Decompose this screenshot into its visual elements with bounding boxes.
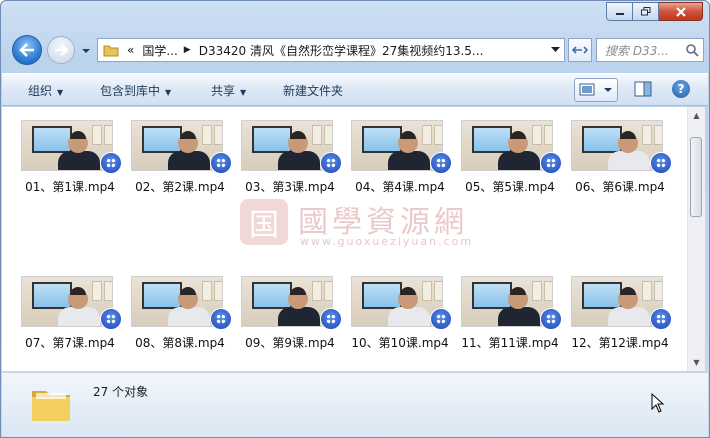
media-player-icon: [540, 308, 562, 330]
media-player-icon: [430, 152, 452, 174]
file-item[interactable]: 01、第1课.mp4: [18, 117, 122, 203]
share-button[interactable]: 共享 ▼: [211, 82, 246, 99]
file-item[interactable]: 10、第10课.mp4: [348, 273, 452, 359]
details-pane: 27 个对象: [2, 372, 708, 437]
breadcrumb-current[interactable]: D33420 清风《自然形峦学课程》27集视频约13.5...: [199, 42, 484, 59]
media-player-icon: [430, 308, 452, 330]
file-name: 08、第8课.mp4: [135, 336, 225, 350]
file-list-view: 01、第1课.mp4 02、第2课.mp4 03、第3课.mp4 04、第4课.mp4…: [2, 107, 687, 371]
arrow-left-icon: [19, 43, 34, 57]
navigation-bar: « 国学... ▶ D33420 清风《自然形峦学课程》27集视频约13.5..…: [1, 29, 709, 71]
media-player-icon: [100, 308, 122, 330]
watermark: 国 國學資源網 www.guoxueziyuan.com: [240, 195, 500, 255]
address-dropdown-icon[interactable]: [551, 46, 560, 53]
new-folder-label: 新建文件夹: [283, 84, 344, 98]
maximize-button[interactable]: [633, 2, 659, 21]
back-button[interactable]: [12, 35, 42, 65]
media-player-icon: [210, 308, 232, 330]
file-name: 06、第6课.mp4: [575, 180, 665, 194]
file-item[interactable]: 12、第12课.mp4: [568, 273, 672, 359]
file-item[interactable]: 04、第4课.mp4: [348, 117, 452, 203]
media-player-icon: [100, 152, 122, 174]
chevron-down-icon: ▼: [57, 88, 64, 97]
help-icon[interactable]: ?: [672, 80, 690, 98]
explorer-window: « 国学... ▶ D33420 清风《自然形峦学课程》27集视频约13.5..…: [0, 0, 710, 438]
file-item[interactable]: 03、第3课.mp4: [238, 117, 342, 203]
media-player-icon: [650, 308, 672, 330]
media-player-icon: [320, 308, 342, 330]
folder-icon: [32, 391, 70, 421]
media-player-icon: [540, 152, 562, 174]
file-item[interactable]: 06、第6课.mp4: [568, 117, 672, 203]
chevron-down-icon[interactable]: [601, 85, 615, 95]
media-player-icon: [650, 152, 672, 174]
organize-label: 组织: [28, 84, 53, 98]
file-name: 12、第12课.mp4: [571, 336, 669, 350]
breadcrumb-overflow[interactable]: «: [127, 43, 134, 57]
breadcrumb-separator-icon[interactable]: ▶: [184, 45, 191, 55]
file-name: 03、第3课.mp4: [245, 180, 335, 194]
scroll-up-icon[interactable]: ▲: [688, 107, 705, 124]
watermark-url: www.guoxueziyuan.com: [300, 235, 474, 248]
recent-pages-dropdown[interactable]: [81, 47, 91, 55]
vertical-scrollbar[interactable]: ▲ ▼: [687, 107, 705, 371]
watermark-logo: 国: [240, 199, 288, 245]
change-view-button[interactable]: [574, 78, 618, 102]
large-icons-view-icon: [579, 83, 595, 96]
file-item[interactable]: 09、第9课.mp4: [238, 273, 342, 359]
media-player-icon: [210, 152, 232, 174]
file-name: 01、第1课.mp4: [25, 180, 115, 194]
organize-button[interactable]: 组织 ▼: [28, 82, 63, 99]
file-item[interactable]: 02、第2课.mp4: [128, 117, 232, 203]
include-library-label: 包含到库中: [100, 84, 161, 98]
file-item[interactable]: 07、第7课.mp4: [18, 273, 122, 359]
file-name: 04、第4课.mp4: [355, 180, 445, 194]
chevron-down-icon: ▼: [165, 88, 172, 97]
file-name: 07、第7课.mp4: [25, 336, 115, 350]
scroll-down-icon[interactable]: ▼: [688, 354, 705, 371]
minimize-icon: [615, 12, 624, 15]
breadcrumb-root[interactable]: 国学...: [142, 42, 177, 59]
new-folder-button[interactable]: 新建文件夹: [283, 82, 343, 99]
file-item[interactable]: 11、第11课.mp4: [458, 273, 562, 359]
file-name: 02、第2课.mp4: [135, 180, 225, 194]
file-name: 11、第11课.mp4: [461, 336, 559, 350]
minimize-button[interactable]: [606, 2, 633, 21]
restore-icon: [640, 7, 650, 16]
file-name: 10、第10课.mp4: [351, 336, 449, 350]
item-count: 27 个对象: [93, 385, 149, 399]
preview-pane-icon[interactable]: [634, 81, 652, 97]
file-item[interactable]: 05、第5课.mp4: [458, 117, 562, 203]
file-name: 05、第5课.mp4: [465, 180, 555, 194]
address-bar[interactable]: « 国学... ▶ D33420 清风《自然形峦学课程》27集视频约13.5..…: [97, 38, 565, 62]
mouse-cursor-icon: [651, 393, 665, 413]
file-name: 09、第9课.mp4: [245, 336, 335, 350]
arrow-right-icon: [55, 44, 68, 56]
search-icon[interactable]: [685, 43, 699, 57]
file-item[interactable]: 08、第8课.mp4: [128, 273, 232, 359]
refresh-button[interactable]: [568, 38, 592, 62]
forward-button[interactable]: [47, 36, 75, 64]
scroll-thumb[interactable]: [690, 137, 702, 217]
folder-icon: [103, 45, 119, 57]
refresh-icon: [572, 46, 588, 54]
search-box[interactable]: 搜索 D33...: [596, 38, 704, 62]
close-icon: [675, 6, 686, 17]
chevron-down-icon: ▼: [240, 88, 247, 97]
close-button[interactable]: [659, 2, 703, 21]
command-bar: 组织 ▼ 包含到库中 ▼ 共享 ▼ 新建文件夹 ?: [2, 73, 708, 106]
share-label: 共享: [211, 84, 236, 98]
search-placeholder: 搜索 D33...: [605, 43, 669, 58]
media-player-icon: [320, 152, 342, 174]
caption-buttons: [606, 2, 703, 21]
include-in-library-button[interactable]: 包含到库中 ▼: [100, 82, 171, 99]
